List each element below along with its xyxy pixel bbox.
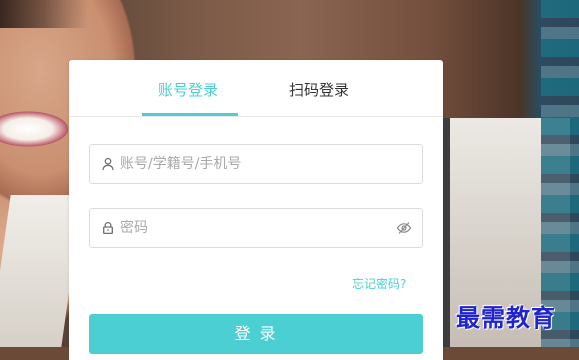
forgot-password-link[interactable]: 忘记密码? (352, 275, 406, 292)
bookshelf (541, 0, 579, 347)
smile (0, 111, 74, 157)
login-tabs: 账号登录 扫码登录 (69, 60, 443, 117)
tab-account-login[interactable]: 账号登录 (158, 79, 218, 100)
login-card: 账号登录 扫码登录 忘记密码? 登 录 (69, 60, 443, 360)
tab-qrcode-login[interactable]: 扫码登录 (289, 79, 349, 100)
password-input[interactable] (120, 209, 398, 247)
password-field[interactable] (89, 208, 423, 248)
username-field[interactable] (89, 144, 423, 184)
user-icon (102, 157, 114, 171)
login-button[interactable]: 登 录 (89, 314, 423, 354)
username-input[interactable] (120, 145, 398, 183)
eye-off-icon[interactable] (396, 221, 412, 235)
active-tab-indicator (142, 113, 238, 116)
lock-icon (103, 221, 113, 235)
watermark-text: 最需教育 (456, 303, 556, 332)
hair-shadow (0, 0, 88, 28)
